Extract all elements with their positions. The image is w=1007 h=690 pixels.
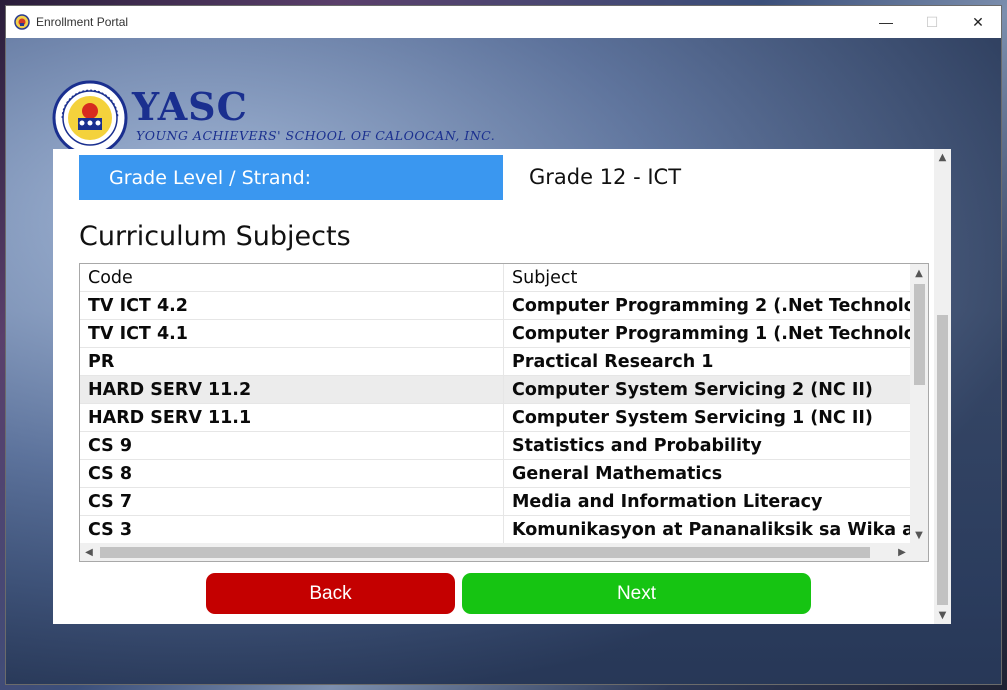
curriculum-grid[interactable]: Code Subject TV ICT 4.2 Computer Programm… xyxy=(79,263,929,562)
scrollbar-corner xyxy=(910,543,928,561)
minimize-button[interactable]: — xyxy=(863,6,909,38)
grid-horizontal-scrollbar[interactable]: ◀ ▶ xyxy=(80,543,911,561)
grade-level-label: Grade Level / Strand: xyxy=(79,155,503,200)
close-button[interactable]: ✕ xyxy=(955,6,1001,38)
column-header-code[interactable]: Code xyxy=(80,264,504,291)
subject-name-cell[interactable]: General Mathematics xyxy=(504,460,911,487)
back-button[interactable]: Back xyxy=(206,573,455,614)
table-row[interactable]: TV ICT 4.2 Computer Programming 2 (.Net T… xyxy=(80,292,911,320)
table-row[interactable]: CS 3 Komunikasyon at Pananaliksik sa Wika… xyxy=(80,516,911,544)
table-row[interactable]: TV ICT 4.1 Computer Programming 1 (.Net T… xyxy=(80,320,911,348)
enrollment-panel: Grade Level / Strand: Grade 12 - ICT Cur… xyxy=(53,149,951,624)
subject-code-cell[interactable]: CS 3 xyxy=(80,516,504,543)
scroll-left-arrow-icon[interactable]: ◀ xyxy=(80,543,98,561)
window-title: Enrollment Portal xyxy=(36,15,129,29)
next-button[interactable]: Next xyxy=(462,573,811,614)
subject-code-cell[interactable]: HARD SERV 11.1 xyxy=(80,404,504,431)
curriculum-title: Curriculum Subjects xyxy=(79,221,351,252)
panel-scroll-thumb[interactable] xyxy=(937,315,948,605)
subject-name-cell[interactable]: Computer Programming 1 (.Net Technolo.. xyxy=(504,320,911,347)
scroll-down-arrow-icon[interactable]: ▼ xyxy=(910,526,928,544)
subject-code-cell[interactable]: TV ICT 4.1 xyxy=(80,320,504,347)
table-row[interactable]: PR Practical Research 1 xyxy=(80,348,911,376)
grid-vertical-scrollbar[interactable]: ▲ ▼ xyxy=(910,264,928,544)
title-bar: Enrollment Portal — ☐ ✕ xyxy=(6,6,1001,38)
school-logo: YASC YOUNG ACHIEVERS' SCHOOL OF CALOOCAN… xyxy=(52,80,496,156)
table-row[interactable]: CS 9 Statistics and Probability xyxy=(80,432,911,460)
subject-name-cell[interactable]: Computer System Servicing 1 (NC II) xyxy=(504,404,911,431)
panel-vertical-scrollbar[interactable]: ▲ ▼ xyxy=(934,149,951,624)
column-header-subject[interactable]: Subject xyxy=(504,264,911,291)
scroll-up-arrow-icon[interactable]: ▲ xyxy=(934,149,951,166)
enrollment-window: Enrollment Portal — ☐ ✕ YASC YOUNG ACHIE… xyxy=(5,5,1002,685)
grade-level-value: Grade 12 - ICT xyxy=(529,165,682,189)
subject-code-cell[interactable]: TV ICT 4.2 xyxy=(80,292,504,319)
grid-header: Code Subject xyxy=(80,264,911,292)
subject-name-cell[interactable]: Computer Programming 2 (.Net Technolo.. xyxy=(504,292,911,319)
table-row[interactable]: CS 8 General Mathematics xyxy=(80,460,911,488)
table-row[interactable]: CS 7 Media and Information Literacy xyxy=(80,488,911,516)
scroll-down-arrow-icon[interactable]: ▼ xyxy=(934,607,951,624)
school-seal-icon xyxy=(52,80,128,156)
logo-subtitle: YOUNG ACHIEVERS' SCHOOL OF CALOOCAN, INC… xyxy=(136,128,496,143)
subject-name-cell[interactable]: Computer System Servicing 2 (NC II) xyxy=(504,376,911,403)
grid-horizontal-scroll-thumb[interactable] xyxy=(100,547,870,558)
maximize-icon: ☐ xyxy=(925,13,939,30)
close-icon: ✕ xyxy=(972,13,984,30)
table-row[interactable]: HARD SERV 11.1 Computer System Servicing … xyxy=(80,404,911,432)
subject-name-cell[interactable]: Practical Research 1 xyxy=(504,348,911,375)
subject-name-cell[interactable]: Media and Information Literacy xyxy=(504,488,911,515)
subject-code-cell[interactable]: CS 9 xyxy=(80,432,504,459)
subject-code-cell[interactable]: PR xyxy=(80,348,504,375)
minimize-icon: — xyxy=(879,14,893,30)
subject-code-cell[interactable]: HARD SERV 11.2 xyxy=(80,376,504,403)
subject-code-cell[interactable]: CS 7 xyxy=(80,488,504,515)
table-row[interactable]: HARD SERV 11.2 Computer System Servicing … xyxy=(80,376,911,404)
grade-level-label-text: Grade Level / Strand: xyxy=(109,166,312,189)
maximize-button[interactable]: ☐ xyxy=(909,6,955,38)
school-seal-icon xyxy=(14,14,30,30)
subject-name-cell[interactable]: Komunikasyon at Pananaliksik sa Wika at … xyxy=(504,516,911,543)
scroll-up-arrow-icon[interactable]: ▲ xyxy=(910,264,928,282)
logo-name: YASC xyxy=(132,84,248,129)
subject-name-cell[interactable]: Statistics and Probability xyxy=(504,432,911,459)
grid-vertical-scroll-thumb[interactable] xyxy=(914,284,925,385)
scroll-right-arrow-icon[interactable]: ▶ xyxy=(893,543,911,561)
subject-code-cell[interactable]: CS 8 xyxy=(80,460,504,487)
